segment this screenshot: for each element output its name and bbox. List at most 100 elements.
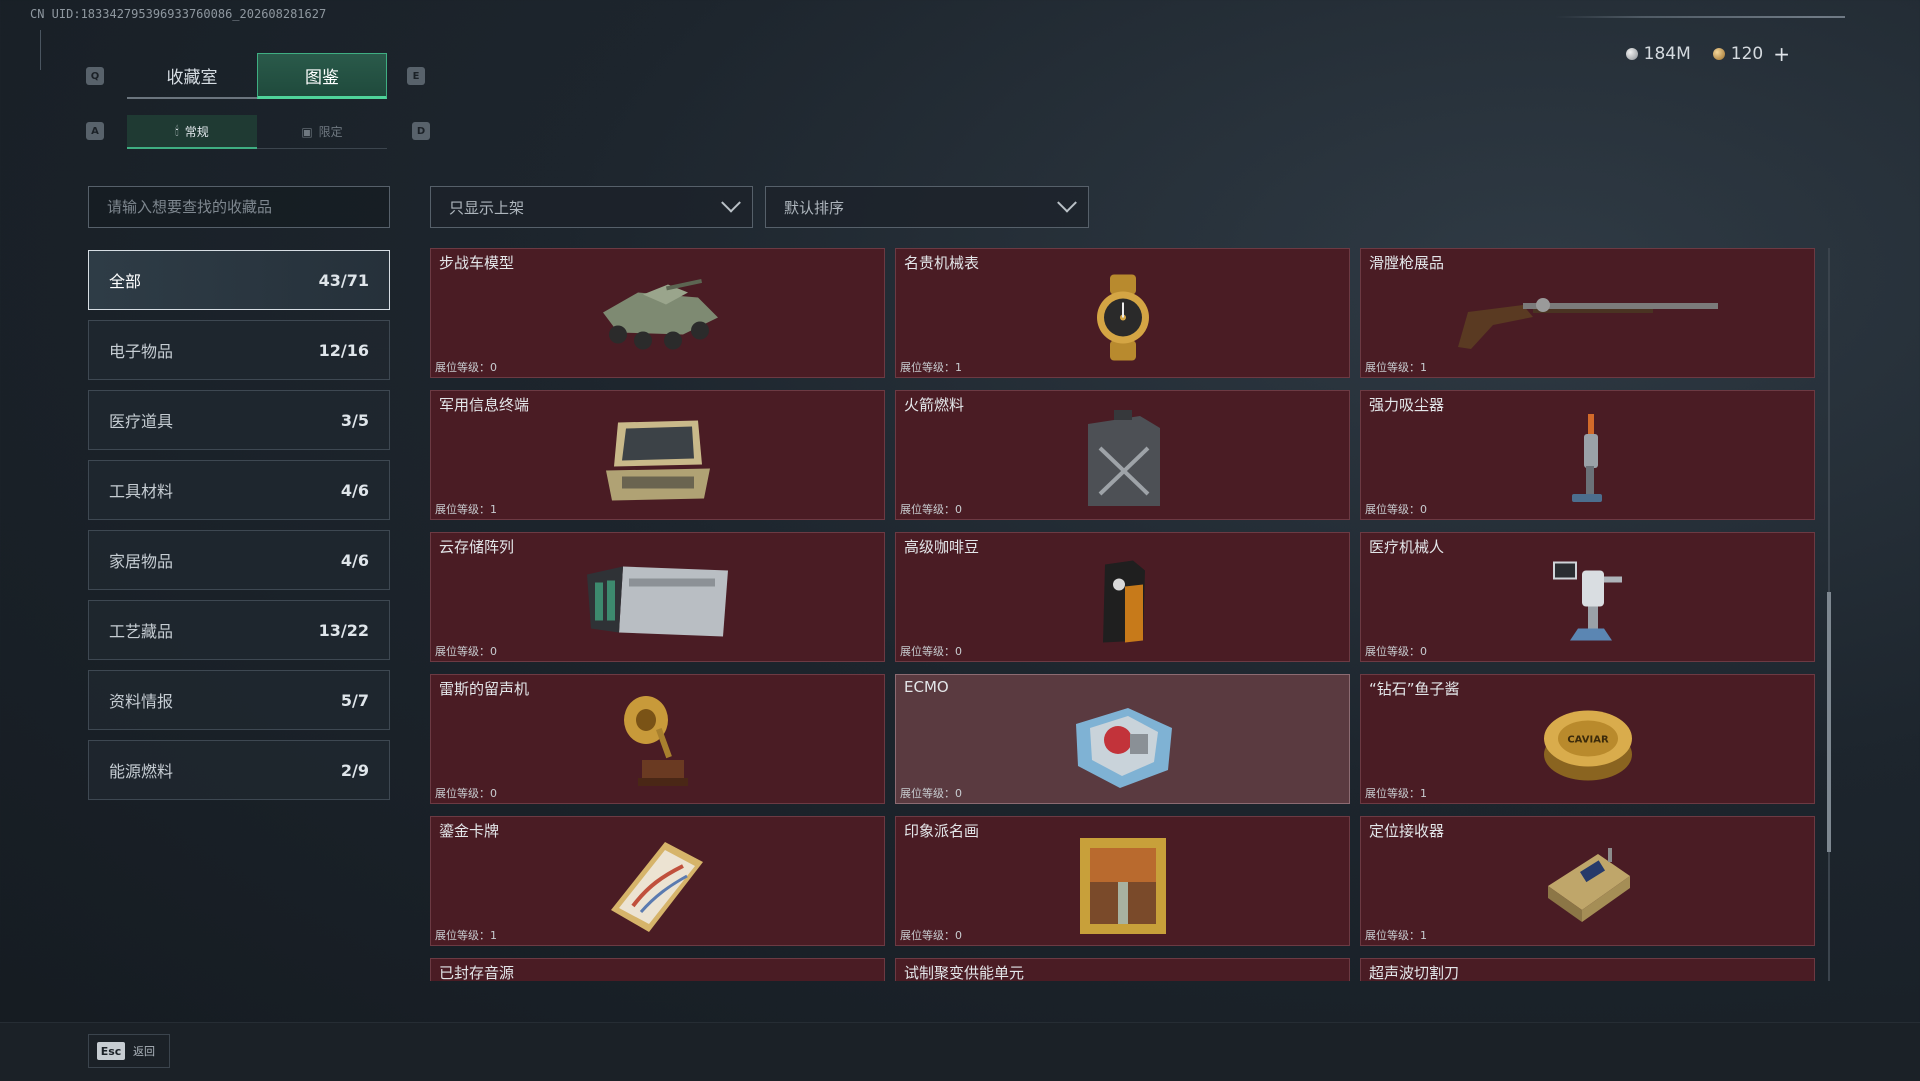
esc-key-hint: Esc [97,1042,125,1060]
player-uid: CN UID:183342795396933760086_20260828162… [30,7,327,21]
card-name: “钻石”鱼子酱 [1369,680,1460,698]
category-all[interactable]: 全部 43/71 [88,250,390,310]
search-input[interactable] [105,197,373,217]
ifv-model-icon [602,279,718,350]
collection-card[interactable]: 强力吸尘器 展位等级：0 [1360,390,1815,520]
tab-collection-room[interactable]: 收藏室 [127,53,257,99]
collection-card[interactable]: 高级咖啡豆 展位等级：0 [895,532,1350,662]
musket-icon [1457,298,1718,349]
collection-card[interactable]: 步战车模型 展位等级：0 [430,248,885,378]
back-label: 返回 [133,1045,155,1058]
gramophone-icon [623,696,688,786]
category-count: 43/71 [318,270,369,290]
subtab-regular[interactable]: 🕯 常规 [127,115,257,149]
key-hint-next-subtab: D [412,122,430,140]
card-name: 试制聚变供能单元 [904,964,1025,981]
gilded-card-icon [610,842,703,932]
subtab-limited[interactable]: ▣ 限定 [257,115,387,149]
category-energy[interactable]: 能源燃料 2/9 [88,740,390,800]
collection-card-selected[interactable]: ECMO 展位等级：0 [895,674,1350,804]
category-label: 电子物品 [109,342,174,361]
collection-card[interactable]: 滑膛枪展品 展位等级：1 [1360,248,1815,378]
category-label: 能源燃料 [109,762,174,781]
card-name: 火箭燃料 [904,396,965,414]
top-divider [1555,16,1845,18]
storage-array-icon [586,566,728,637]
add-currency-button[interactable]: + [1773,42,1790,66]
military-terminal-icon [605,420,710,501]
collection-card[interactable]: 火箭燃料 展位等级：0 [895,390,1350,520]
collection-card[interactable]: 定位接收器 展位等级：1 [1360,816,1815,946]
card-level: 展位等级：1 [1365,787,1427,800]
collection-card[interactable]: “钻石”鱼子酱 CAVIAR 展位等级：1 [1360,674,1815,804]
category-intel[interactable]: 资料情报 5/7 [88,670,390,730]
category-count: 5/7 [340,690,369,710]
card-level: 展位等级：0 [900,645,962,658]
card-level: 展位等级：0 [900,787,962,800]
category-count: 13/22 [318,620,369,640]
card-name: 强力吸尘器 [1369,396,1445,414]
collection-card[interactable]: 雷斯的留声机 展位等级：0 [430,674,885,804]
category-count: 2/9 [340,760,369,780]
card-name: 定位接收器 [1369,822,1445,840]
collection-card[interactable]: 军用信息终端 展位等级：1 [430,390,885,520]
collection-card[interactable]: 已封存音源 [430,958,885,981]
collection-card[interactable]: 医疗机械人 展位等级：0 [1360,532,1815,662]
subtab-regular-label: 常规 [184,124,209,139]
silver-coin-icon [1625,48,1638,60]
category-crafts[interactable]: 工艺藏品 13/22 [88,600,390,660]
category-label: 资料情报 [109,692,174,711]
card-name: 名贵机械表 [904,254,980,272]
card-name: 高级咖啡豆 [904,538,980,556]
key-hint-prev-tab: Q [86,67,104,85]
card-name: 军用信息终端 [439,396,530,414]
category-list: 全部 43/71 电子物品 12/16 医疗道具 3/5 工具材料 4/6 家居物品 4/… [88,250,390,810]
grid-scrollbar-thumb[interactable] [1827,592,1831,852]
back-button[interactable]: Esc 返回 [88,1034,170,1068]
card-name: 已封存音源 [439,964,515,981]
category-tools[interactable]: 工具材料 4/6 [88,460,390,520]
card-level: 展位等级：0 [435,645,497,658]
category-medical[interactable]: 医疗道具 3/5 [88,390,390,450]
locator-receiver-icon [1547,848,1630,922]
collection-card[interactable]: 印象派名画 展位等级：0 [895,816,1350,946]
card-level: 展位等级：0 [900,503,962,516]
sort-dropdown[interactable]: 默认排序 [765,186,1089,228]
category-count: 4/6 [340,550,369,570]
display-filter-dropdown[interactable]: 只显示上架 [430,186,753,228]
card-name: 超声波切割刀 [1369,964,1460,981]
card-name: 雷斯的留声机 [439,680,530,698]
category-label: 全部 [109,272,142,291]
silver-currency: 184M [1625,44,1691,64]
display-filter-value: 只显示上架 [449,198,525,217]
wristwatch-icon [1096,274,1149,361]
sub-tabs: 🕯 常规 ▣ 限定 [127,115,387,149]
subtab-limited-label: 限定 [318,125,343,139]
image-icon: ▣ [301,124,313,139]
search-box[interactable] [88,186,390,228]
caviar-tin-icon: CAVIAR [1543,710,1632,781]
card-level: 展位等级：1 [1365,361,1427,374]
category-count: 12/16 [318,340,369,360]
flame-icon: 🕯 [175,123,179,138]
gold-currency: 120 + [1712,42,1790,66]
collection-card[interactable]: 云存储阵列 展位等级：0 [430,532,885,662]
key-hint-next-tab: E [407,67,425,85]
coffee-bag-icon [1102,560,1145,643]
collection-card[interactable]: 鎏金卡牌 展位等级：1 [430,816,885,946]
tab-codex[interactable]: 图鉴 [257,53,387,99]
collection-card[interactable]: 试制聚变供能单元 [895,958,1350,981]
category-electronics[interactable]: 电子物品 12/16 [88,320,390,380]
collection-card[interactable]: 超声波切割刀 [1360,958,1815,981]
key-hint-prev-subtab: A [86,122,104,140]
category-household[interactable]: 家居物品 4/6 [88,530,390,590]
category-count: 3/5 [340,410,369,430]
card-level: 展位等级：1 [435,929,497,942]
category-label: 工具材料 [109,482,174,501]
main-tabs: 收藏室 图鉴 [127,53,387,99]
vacuum-icon [1571,414,1602,502]
collection-card[interactable]: 名贵机械表 展位等级：1 [895,248,1350,378]
chevron-down-icon [1057,192,1077,213]
currency-display: 184M 120 + [1625,42,1790,66]
card-level: 展位等级：1 [1365,929,1427,942]
